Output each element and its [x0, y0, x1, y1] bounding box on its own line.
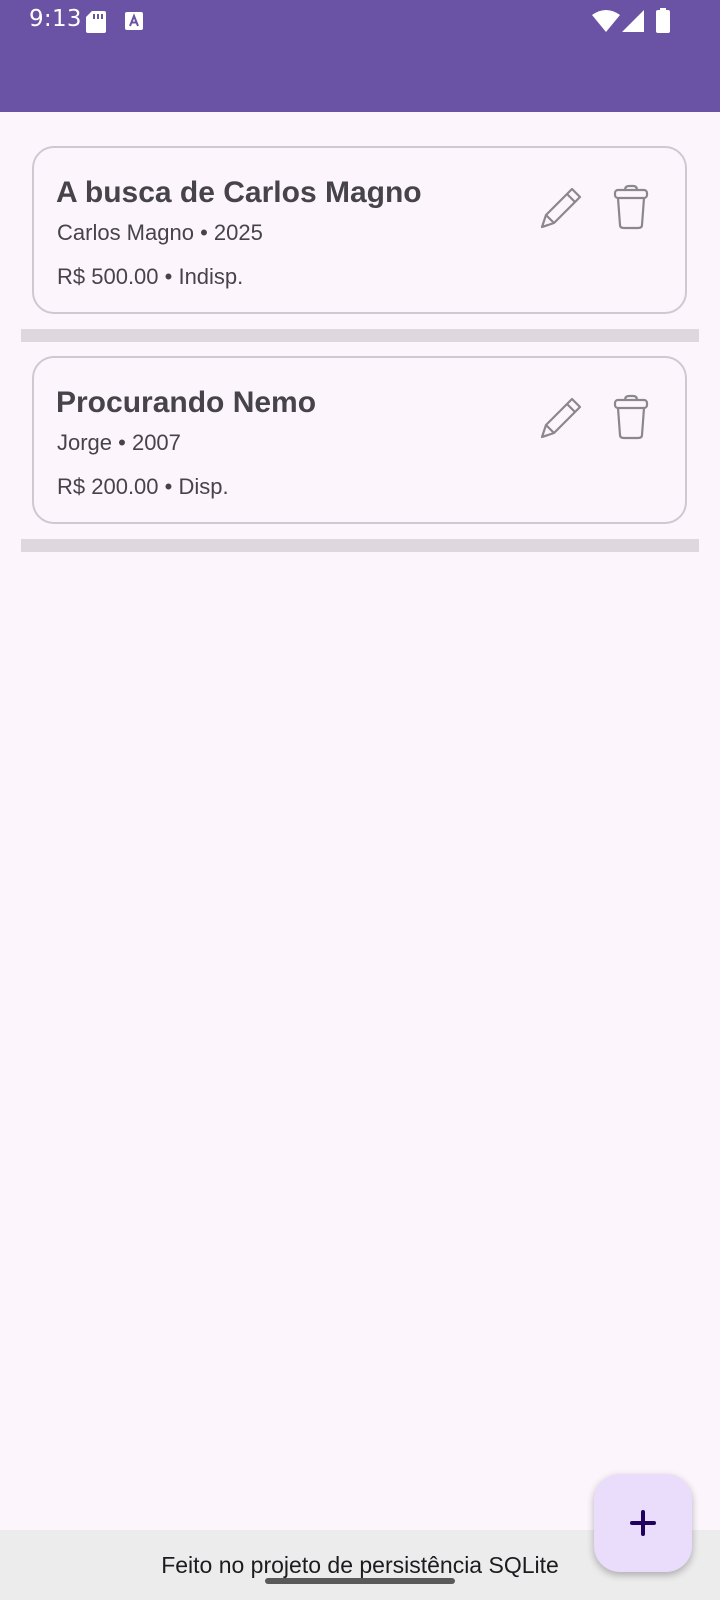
movie-director-year: Carlos Magno • 2025 — [57, 220, 263, 245]
wifi-icon — [592, 10, 620, 32]
movie-director-year: Jorge • 2007 — [57, 430, 181, 455]
status-time: 9:13 — [29, 6, 82, 32]
add-movie-button[interactable] — [594, 1474, 692, 1572]
signal-icon — [622, 10, 644, 32]
divider — [21, 539, 699, 552]
movie-card: A busca de Carlos Magno Carlos Magno • 2… — [32, 146, 687, 314]
app-bar: 9:13 — [0, 0, 720, 112]
delete-button[interactable] — [602, 388, 660, 446]
a-icon — [125, 12, 143, 30]
movie-card: Procurando Nemo Jorge • 2007 R$ 200.00 •… — [32, 356, 687, 524]
edit-button[interactable] — [532, 178, 590, 236]
pencil-icon — [540, 187, 582, 229]
movie-price-availability: R$ 500.00 • Indisp. — [57, 264, 244, 289]
trash-icon — [613, 394, 649, 440]
movie-title: A busca de Carlos Magno — [56, 176, 422, 209]
movie-price-availability: R$ 200.00 • Disp. — [57, 474, 229, 499]
trash-icon — [613, 184, 649, 230]
battery-icon — [656, 8, 670, 33]
edit-button[interactable] — [532, 388, 590, 446]
plus-icon — [630, 1510, 656, 1536]
movie-title: Procurando Nemo — [56, 386, 317, 419]
home-indicator[interactable] — [265, 1578, 455, 1584]
pencil-icon — [540, 397, 582, 439]
sd-card-icon — [86, 11, 106, 33]
delete-button[interactable] — [602, 178, 660, 236]
divider — [21, 329, 699, 342]
